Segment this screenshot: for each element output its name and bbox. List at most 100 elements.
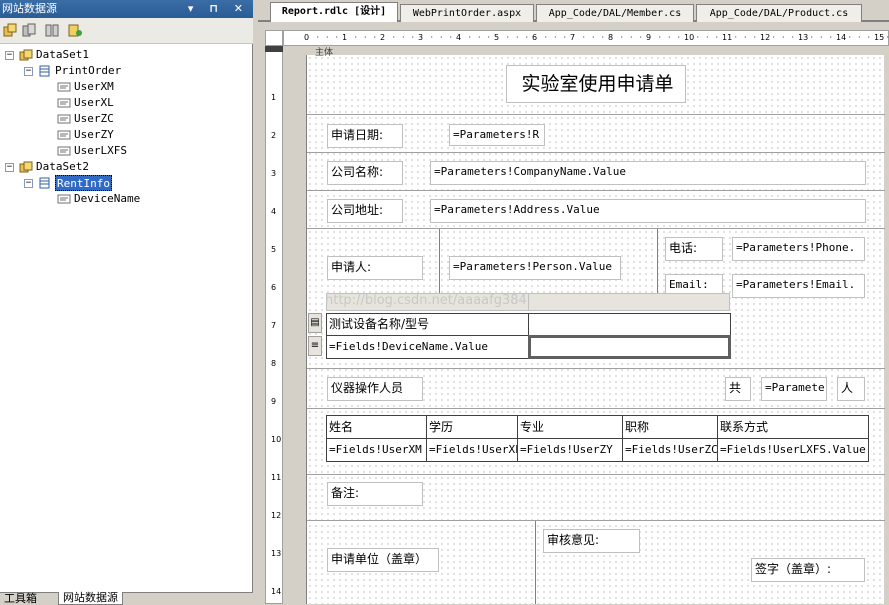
ruler-minor-tick: · [830, 33, 833, 42]
tab-toolbox[interactable]: 工具箱 [4, 593, 37, 605]
staff-header-cell[interactable]: 联系方式 [717, 415, 869, 439]
ruler-minor-tick: · [374, 33, 377, 42]
ruler-minor-tick: · [782, 33, 785, 42]
applicant-field[interactable]: =Parameters!Person.Value [449, 256, 621, 280]
horizontal-ruler: 0···1···2···3···4···5···6···7···8···9···… [283, 30, 889, 46]
tree-collapse-toggle[interactable]: − [24, 179, 33, 188]
selected-empty-cell[interactable] [528, 335, 731, 359]
ruler-tick-label: 1 [342, 33, 347, 42]
apply-date-field[interactable]: =Parameters!R [449, 124, 545, 146]
ruler-minor-tick: · [564, 33, 567, 42]
tree-item-devicename[interactable]: DeviceName [74, 191, 140, 207]
staff-header-cell[interactable]: 专业 [517, 415, 623, 439]
table-detail-row-handle[interactable]: ≡ [308, 336, 322, 356]
table-icon [38, 177, 52, 189]
field-icon [57, 81, 71, 93]
ruler-minor-tick: · [516, 33, 519, 42]
ruler-tick-label: 7 [271, 321, 276, 330]
panel-title: 网站数据源 [2, 2, 57, 15]
refresh-icon[interactable] [68, 23, 82, 37]
tree-item-userxl[interactable]: UserXL [74, 95, 114, 111]
ruler-tick-label: 13 [798, 33, 808, 42]
tab-data-sources[interactable]: 网站数据源 [58, 592, 123, 605]
ruler-minor-tick: · [450, 33, 453, 42]
tab-data-sources-label: 网站数据源 [63, 591, 118, 604]
staff-value-cell[interactable]: =Fields!UserZY [517, 438, 623, 462]
database-icon[interactable] [22, 23, 36, 37]
ruler-tick-label: 15 [874, 33, 884, 42]
report-canvas[interactable]: 主体 实验室使用申请单 申请日期: =Parameters!R 公司名称: =P… [306, 55, 884, 604]
address-label[interactable]: 公司地址: [327, 199, 403, 223]
staff-header-cell[interactable]: 职称 [622, 415, 718, 439]
ruler-minor-tick: · [545, 33, 548, 42]
tab-member-cs[interactable]: App_Code/DAL/Member.cs [536, 4, 694, 22]
report-title[interactable]: 实验室使用申请单 [506, 65, 686, 103]
tree-item-userzc[interactable]: UserZC [74, 111, 114, 127]
person-unit-label[interactable]: 人 [837, 377, 865, 401]
applicant-label[interactable]: 申请人: [327, 256, 423, 280]
operators-label[interactable]: 仪器操作人员 [327, 377, 423, 401]
total-field[interactable]: =Paramete [761, 377, 827, 401]
total-label[interactable]: 共 [725, 377, 751, 401]
ruler-minor-tick: · [412, 33, 415, 42]
ruler-minor-tick: · [336, 33, 339, 42]
ruler-minor-tick: · [469, 33, 472, 42]
email-field[interactable]: =Parameters!Email. [732, 274, 865, 298]
tab-report-rdlc[interactable]: Report.rdlc [设计] [270, 2, 398, 22]
phone-label[interactable]: 电话: [665, 237, 723, 261]
ruler-minor-tick: · [326, 33, 329, 42]
table-header-row-handle[interactable]: ▤ [308, 313, 322, 333]
tree-item-rentinfo[interactable]: RentInfo [55, 175, 112, 191]
tab-label: App_Code/DAL/Member.cs [549, 8, 681, 19]
ruler-minor-tick: · [868, 33, 871, 42]
staff-table[interactable]: 姓名=Fields!UserXM学历=Fields!UserXL专业=Field… [326, 415, 868, 461]
staff-value-cell[interactable]: =Fields!UserXL [426, 438, 518, 462]
staff-value-cell[interactable]: =Fields!UserZC [622, 438, 718, 462]
ruler-tick-label: 12 [271, 511, 281, 520]
tree-item-userlxfs[interactable]: UserLXFS [74, 143, 127, 159]
ruler-minor-tick: · [716, 33, 719, 42]
tree-item-dataset2[interactable]: DataSet2 [36, 159, 89, 175]
tab-webprintorder[interactable]: WebPrintOrder.aspx [400, 4, 534, 22]
ruler-tick-label: 2 [380, 33, 385, 42]
ruler-minor-tick: · [554, 33, 557, 42]
tab-product-cs[interactable]: App_Code/DAL/Product.cs [696, 4, 862, 22]
staff-value-cell[interactable]: =Fields!UserLXFS.Value [717, 438, 869, 462]
ruler-tick-label: 1 [271, 93, 276, 102]
ruler-minor-tick: · [706, 33, 709, 42]
address-field[interactable]: =Parameters!Address.Value [430, 199, 866, 223]
company-field[interactable]: =Parameters!CompanyName.Value [430, 161, 866, 185]
tree-collapse-toggle[interactable]: − [24, 67, 33, 76]
tree-item-userzy[interactable]: UserZY [74, 127, 114, 143]
tree-collapse-toggle[interactable]: − [5, 51, 14, 60]
tree-item-printorder[interactable]: PrintOrder [55, 63, 121, 79]
ruler-minor-tick: · [744, 33, 747, 42]
tree-item-dataset1[interactable]: DataSet1 [36, 47, 89, 63]
company-label[interactable]: 公司名称: [327, 161, 403, 185]
edit-dataset-icon[interactable] [45, 23, 59, 37]
ruler-minor-tick: · [668, 33, 671, 42]
ruler-minor-tick: · [592, 33, 595, 42]
remark-label[interactable]: 备注: [327, 482, 423, 506]
review-label[interactable]: 审核意见: [543, 529, 640, 553]
ruler-tick-label: 8 [608, 33, 613, 42]
ruler-minor-tick: · [621, 33, 624, 42]
staff-value-cell[interactable]: =Fields!UserXM [326, 438, 427, 462]
applicant-unit-label[interactable]: 申请单位（盖章） [327, 548, 439, 572]
add-datasource-icon[interactable] [3, 23, 17, 37]
sign-label[interactable]: 签字（盖章）: [751, 558, 865, 582]
ruler-corner [265, 30, 283, 46]
device-name-cell[interactable]: =Fields!DeviceName.Value [326, 335, 529, 359]
tree-item-userxm[interactable]: UserXM [74, 79, 114, 95]
device-header-empty-cell[interactable] [528, 313, 731, 336]
staff-header-cell[interactable]: 学历 [426, 415, 518, 439]
device-header-cell[interactable]: 测试设备名称/型号 [326, 313, 529, 336]
dataset-icon [19, 161, 33, 173]
panel-title-buttons[interactable]: ▾ ⊓ ✕ [188, 0, 249, 18]
ruler-tick-label: 5 [494, 33, 499, 42]
staff-header-cell[interactable]: 姓名 [326, 415, 427, 439]
phone-field[interactable]: =Parameters!Phone. [732, 237, 865, 261]
table-icon [38, 65, 52, 77]
apply-date-label[interactable]: 申请日期: [327, 124, 403, 148]
tree-collapse-toggle[interactable]: − [5, 163, 14, 172]
